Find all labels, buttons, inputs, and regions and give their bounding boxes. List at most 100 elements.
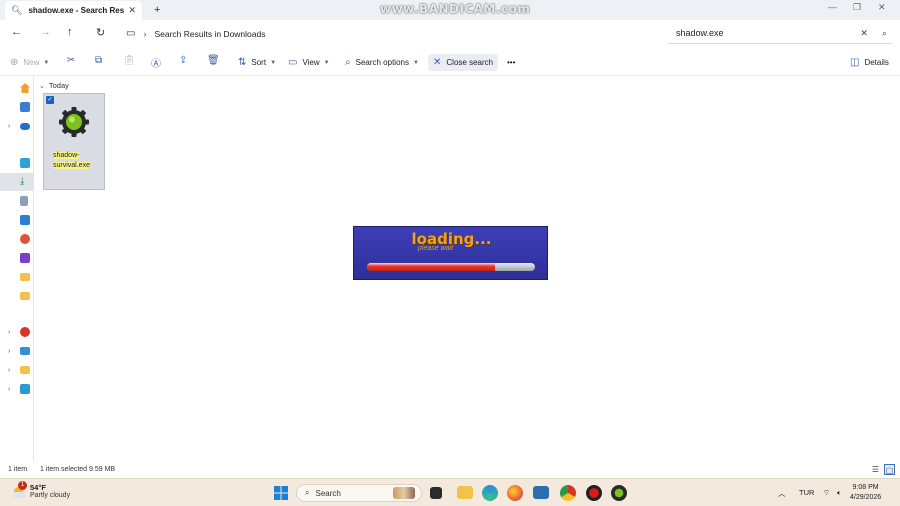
network-icon bbox=[20, 384, 30, 394]
music-icon bbox=[20, 234, 30, 244]
address-row: ← → ↑ ↻ ▭ › Search Results in Downloads … bbox=[0, 20, 900, 47]
paste-icon[interactable]: 📋︎ bbox=[123, 55, 136, 66]
nav-item-drive[interactable]: › bbox=[0, 361, 34, 379]
nav-item-folder-1[interactable] bbox=[0, 268, 34, 286]
volume-icon[interactable]: 🔈︎ bbox=[837, 488, 842, 498]
new-tab-button[interactable]: + bbox=[154, 4, 160, 16]
details-button[interactable]: ◫ Details bbox=[850, 54, 889, 71]
system-clock[interactable]: 9:08 PM 4/29/2026 bbox=[850, 483, 881, 503]
details-view-icon[interactable]: ☰ bbox=[870, 464, 881, 475]
large-icons-view-icon[interactable]: ▢ bbox=[884, 464, 895, 475]
chevron-down-icon: ▼ bbox=[43, 59, 50, 66]
minimize-icon[interactable]: — bbox=[828, 2, 837, 12]
restore-icon[interactable]: ❐ bbox=[853, 2, 861, 13]
folder-icon bbox=[20, 366, 30, 374]
chevron-down-icon: ▼ bbox=[412, 59, 419, 66]
loading-subtitle: please wait bbox=[418, 245, 454, 252]
plus-circle-icon: ⊕ bbox=[10, 57, 19, 68]
selection-info: 1 item selected 9.59 MB bbox=[40, 466, 116, 473]
up-arrow-icon[interactable]: ↑ bbox=[67, 26, 73, 38]
search-icon[interactable]: ⌕ bbox=[882, 28, 887, 39]
sort-button-label: Sort bbox=[251, 58, 267, 67]
share-icon[interactable]: ⇪ bbox=[179, 55, 187, 66]
search-box[interactable]: shadow.exe ✕ ⌕ bbox=[668, 23, 893, 44]
search-icon: ⌕ bbox=[305, 488, 310, 497]
sort-button[interactable]: ⇅ Sort ▼ bbox=[238, 54, 276, 71]
windows-logo-icon bbox=[274, 486, 288, 500]
nav-item-app[interactable]: › bbox=[0, 323, 34, 341]
download-icon: ⤓ bbox=[20, 176, 25, 187]
nav-item-gallery[interactable] bbox=[0, 98, 34, 116]
back-arrow-icon[interactable]: ← bbox=[11, 26, 22, 38]
desktop-icon bbox=[20, 158, 30, 168]
title-bar: 🔍︎ shadow.exe - Search Results i ✕ + www… bbox=[0, 0, 900, 20]
breadcrumb-chevron-icon[interactable]: › bbox=[143, 29, 146, 39]
nav-item-home[interactable] bbox=[0, 79, 34, 97]
bandicam-icon[interactable] bbox=[586, 485, 602, 501]
group-header-today[interactable]: ⌄ Today bbox=[39, 81, 69, 90]
copy-icon[interactable]: ⧉ bbox=[95, 55, 102, 66]
loading-progress-fill bbox=[367, 263, 495, 271]
nav-item-this-pc[interactable]: › bbox=[0, 342, 34, 360]
weather-badge: 1 bbox=[18, 481, 27, 490]
search-highlight-icon bbox=[393, 487, 415, 499]
taskbar: 1 54°F Partly cloudy ⌕ Search ︿ TUR ⌔ 🔈︎… bbox=[0, 478, 900, 506]
wifi-icon[interactable]: ⌔ bbox=[823, 488, 830, 498]
chevron-right-icon[interactable]: › bbox=[8, 386, 10, 393]
nav-item-videos[interactable] bbox=[0, 249, 34, 267]
tray-overflow-icon[interactable]: ︿ bbox=[778, 488, 786, 499]
taskbar-search[interactable]: ⌕ Search bbox=[296, 484, 422, 502]
chevron-right-icon[interactable]: › bbox=[8, 329, 10, 336]
chrome-icon[interactable] bbox=[560, 485, 576, 501]
nav-item-downloads[interactable]: ⤓ bbox=[0, 173, 34, 191]
more-options-button[interactable]: ••• bbox=[507, 54, 515, 71]
task-view-icon[interactable] bbox=[430, 487, 442, 499]
search-options-button[interactable]: ⌕ Search options ▼ bbox=[345, 54, 419, 71]
store-icon[interactable] bbox=[533, 486, 549, 499]
nav-item-pictures[interactable] bbox=[0, 211, 34, 229]
breadcrumb-location[interactable]: Search Results in Downloads bbox=[154, 29, 265, 39]
close-window-icon[interactable]: ✕ bbox=[878, 2, 886, 13]
close-search-button[interactable]: ✕ Close search bbox=[428, 54, 499, 71]
chevron-down-icon: ▼ bbox=[323, 59, 330, 66]
forward-arrow-icon[interactable]: → bbox=[40, 26, 51, 38]
nav-item-desktop[interactable] bbox=[0, 154, 34, 172]
nav-item-network[interactable]: › bbox=[0, 380, 34, 398]
close-search-label: Close search bbox=[446, 58, 494, 67]
search-input[interactable]: shadow.exe bbox=[676, 28, 860, 38]
firefox-icon[interactable] bbox=[507, 485, 523, 501]
search-icon: 🔍︎ bbox=[11, 5, 23, 15]
nav-item-folder-2[interactable] bbox=[0, 287, 34, 305]
address-bar[interactable]: ▭ › Search Results in Downloads bbox=[120, 23, 665, 44]
weather-widget[interactable]: 1 54°F Partly cloudy bbox=[12, 481, 71, 499]
cut-icon[interactable]: ✂ bbox=[67, 55, 75, 66]
nav-item-music[interactable] bbox=[0, 230, 34, 248]
start-button[interactable] bbox=[273, 485, 289, 501]
chevron-right-icon[interactable]: › bbox=[8, 123, 10, 130]
tab-search-results[interactable]: 🔍︎ shadow.exe - Search Results i ✕ bbox=[5, 1, 142, 20]
chevron-down-icon: ▼ bbox=[270, 59, 277, 66]
edge-icon[interactable] bbox=[482, 485, 498, 501]
chevron-down-icon[interactable]: ⌄ bbox=[39, 82, 45, 90]
refresh-icon[interactable]: ↻ bbox=[96, 26, 105, 39]
rename-icon[interactable]: Ⓐ bbox=[151, 55, 161, 70]
nav-item-onedrive[interactable]: › bbox=[0, 117, 34, 135]
new-button[interactable]: ⊕ New ▼ bbox=[10, 54, 49, 71]
tab-close-icon[interactable]: ✕ bbox=[128, 5, 136, 16]
new-button-label: New bbox=[23, 58, 40, 67]
file-item-shadow-survival[interactable]: ✓ shadow- survival.exe bbox=[43, 93, 105, 190]
videos-icon bbox=[20, 253, 30, 263]
nav-item-documents[interactable] bbox=[0, 192, 34, 210]
chevron-right-icon[interactable]: › bbox=[8, 348, 10, 355]
weather-desc: Partly cloudy bbox=[30, 492, 71, 499]
chevron-right-icon[interactable]: › bbox=[8, 367, 10, 374]
language-indicator[interactable]: TUR bbox=[799, 488, 814, 497]
delete-icon[interactable]: 🗑︎ bbox=[207, 55, 220, 66]
view-button[interactable]: ▭ View ▼ bbox=[288, 54, 330, 71]
clear-search-icon[interactable]: ✕ bbox=[860, 28, 868, 39]
game-gear-icon[interactable] bbox=[611, 485, 627, 501]
details-button-label: Details bbox=[864, 58, 889, 67]
file-explorer-icon[interactable] bbox=[457, 486, 473, 499]
pictures-icon bbox=[20, 215, 30, 225]
selection-checkbox[interactable]: ✓ bbox=[46, 96, 54, 104]
